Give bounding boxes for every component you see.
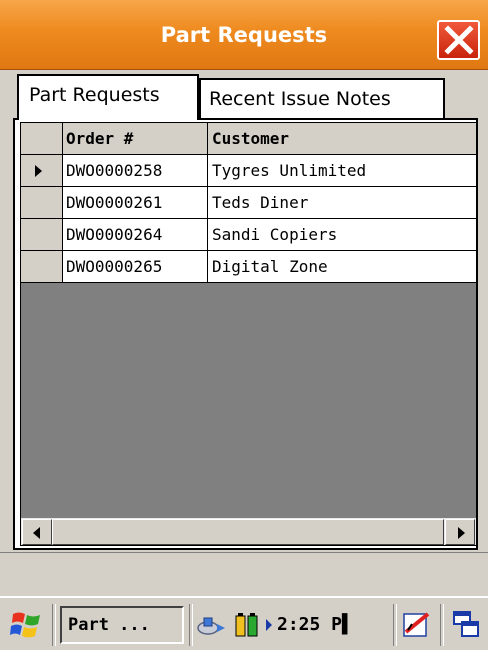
status-strip xyxy=(0,552,488,596)
clock[interactable]: 2:25 P▌ xyxy=(277,606,353,644)
row-header-cell[interactable] xyxy=(21,155,63,187)
close-button[interactable] xyxy=(437,20,480,60)
row-header-cell[interactable] xyxy=(21,187,63,219)
orders-grid[interactable]: Order # Customer DWO0000258 Tygres Unlim… xyxy=(20,122,477,546)
switch-windows-icon[interactable] xyxy=(452,610,482,640)
taskbar-separator xyxy=(440,604,444,646)
battery-icon[interactable] xyxy=(233,610,261,640)
task-button-part-requests[interactable]: Part ... xyxy=(60,606,184,644)
taskbar-separator xyxy=(52,604,56,646)
scroll-thumb[interactable] xyxy=(52,519,444,545)
taskbar-separator xyxy=(393,604,397,646)
customer-cell[interactable]: Sandi Copiers xyxy=(208,219,476,251)
customer-cell[interactable]: Digital Zone xyxy=(208,251,476,283)
row-header-cell[interactable] xyxy=(21,251,63,283)
windows-flag-icon[interactable] xyxy=(10,608,44,642)
scroll-left-button[interactable] xyxy=(22,519,52,545)
window-title: Part Requests xyxy=(160,23,328,47)
title-bar: Part Requests xyxy=(0,0,488,70)
table-row[interactable]: DWO0000261 Teds Diner xyxy=(21,187,476,219)
current-row-pointer-icon xyxy=(35,165,42,177)
table-row[interactable]: DWO0000265 Digital Zone xyxy=(21,251,476,283)
corner-header-cell xyxy=(21,123,63,155)
taskbar: Part ... 2:25 P▌ xyxy=(0,596,488,650)
row-header-cell[interactable] xyxy=(21,219,63,251)
table-row[interactable]: DWO0000258 Tygres Unlimited xyxy=(21,155,476,187)
expand-arrow-icon[interactable] xyxy=(266,619,272,631)
order-cell[interactable]: DWO0000265 xyxy=(63,251,208,283)
table-row[interactable]: DWO0000264 Sandi Copiers xyxy=(21,219,476,251)
input-panel-icon[interactable] xyxy=(402,610,432,640)
taskbar-separator xyxy=(189,604,193,646)
column-header-order[interactable]: Order # xyxy=(63,123,208,155)
close-icon xyxy=(444,25,474,55)
scroll-right-button[interactable] xyxy=(445,519,475,545)
horizontal-scrollbar[interactable] xyxy=(21,517,476,545)
order-cell[interactable]: DWO0000264 xyxy=(63,219,208,251)
arrow-right-icon xyxy=(458,527,465,539)
order-cell[interactable]: DWO0000261 xyxy=(63,187,208,219)
column-header-customer[interactable]: Customer xyxy=(208,123,476,155)
order-cell[interactable]: DWO0000258 xyxy=(63,155,208,187)
arrow-left-icon xyxy=(33,527,40,539)
network-icon[interactable] xyxy=(197,610,227,640)
grid-header-row: Order # Customer xyxy=(21,123,476,155)
tab-label: Recent Issue Notes xyxy=(209,88,391,110)
tab-part-requests[interactable]: Part Requests xyxy=(17,74,199,120)
customer-cell[interactable]: Teds Diner xyxy=(208,187,476,219)
tab-label: Part Requests xyxy=(29,84,160,106)
customer-cell[interactable]: Tygres Unlimited xyxy=(208,155,476,187)
tab-recent-issue-notes[interactable]: Recent Issue Notes xyxy=(199,78,445,118)
